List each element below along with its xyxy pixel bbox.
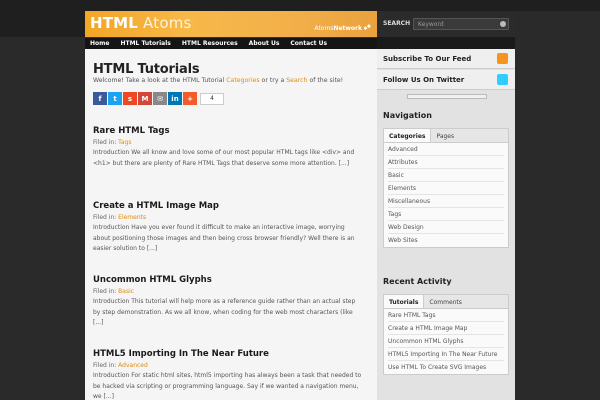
post-item: Create a HTML Image Map Filed in: Element… — [93, 201, 363, 255]
follow-twitter-link[interactable]: Follow Us On Twitter — [377, 70, 515, 90]
navigation-widget: Categories Pages Advanced Attributes Basic E… — [383, 128, 509, 248]
follow-twitter-label: Follow Us On Twitter — [383, 76, 465, 84]
welcome-text: Welcome! Take a look at the HTML Tutoria… — [93, 77, 343, 84]
post-title[interactable]: Uncommon HTML Glyphs — [93, 275, 363, 285]
nav-item-html-resources[interactable]: HTML Resources — [182, 40, 238, 47]
site-logo[interactable]: HTML Atoms — [90, 14, 192, 32]
twitter-icon — [497, 74, 508, 85]
gmail-share-icon[interactable]: M — [138, 92, 152, 105]
recent-tutorial-link[interactable]: HTML5 Importing In The Near Future — [388, 348, 504, 361]
share-count: 4 — [200, 92, 224, 105]
tab-comments[interactable]: Comments — [424, 295, 467, 308]
more-share-icon[interactable]: + — [183, 92, 197, 105]
stumbleupon-share-icon[interactable]: s — [123, 92, 137, 105]
post-category-link[interactable]: Elements — [118, 214, 146, 221]
category-link[interactable]: Tags — [388, 208, 504, 221]
network-bold: Network — [333, 25, 362, 32]
category-link[interactable]: Basic — [388, 169, 504, 182]
welcome-pre: Welcome! Take a look at the HTML Tutoria… — [93, 77, 227, 84]
filed-label: Filed in: — [93, 139, 119, 146]
facebook-share-icon[interactable]: f — [93, 92, 107, 105]
post-title[interactable]: Rare HTML Tags — [93, 126, 363, 136]
search-label: SEARCH — [383, 20, 411, 27]
search-area: SEARCH — [377, 11, 515, 37]
linkedin-share-icon[interactable]: in — [168, 92, 182, 105]
search-link[interactable]: Search — [286, 77, 307, 84]
social-widget-bar — [407, 94, 487, 99]
twitter-share-icon[interactable]: t — [108, 92, 122, 105]
filed-label: Filed in: — [93, 214, 119, 221]
logo-bold: HTML — [90, 14, 139, 32]
network-light: Atoms — [314, 25, 334, 32]
site-header: HTML Atoms AtomsNetwork — [85, 11, 377, 37]
categories-link[interactable]: Categories — [226, 77, 259, 84]
post-title[interactable]: Create a HTML Image Map — [93, 201, 363, 211]
nav-item-home[interactable]: Home — [90, 40, 109, 47]
tab-pages[interactable]: Pages — [431, 129, 459, 142]
sidebar: Subscribe To Our Feed Follow Us On Twitt… — [377, 49, 515, 400]
post-category-link[interactable]: Advanced — [118, 362, 148, 369]
welcome-post: of the site! — [307, 77, 344, 84]
nav-item-about-us[interactable]: About Us — [249, 40, 280, 47]
filed-label: Filed in: — [93, 288, 119, 295]
recent-activity-heading: Recent Activity — [383, 277, 452, 286]
navbar-right-fill — [377, 37, 515, 49]
category-link[interactable]: Web Sites — [388, 234, 504, 247]
post-filed-in: Filed in: Elements — [93, 214, 363, 221]
post-item: HTML5 Importing In The Near Future Filed … — [93, 349, 363, 400]
recent-tutorial-link[interactable]: Rare HTML Tags — [388, 309, 504, 322]
post-title[interactable]: HTML5 Importing In The Near Future — [93, 349, 363, 359]
welcome-mid: or try a — [259, 77, 287, 84]
post-category-link[interactable]: Tags — [118, 139, 131, 146]
network-icon — [364, 24, 371, 31]
post-category-link[interactable]: Basic — [118, 288, 134, 295]
share-bar: f t s M ✉ in +4 — [93, 92, 224, 105]
tab-categories[interactable]: Categories — [384, 129, 432, 142]
category-link[interactable]: Elements — [388, 182, 504, 195]
post-filed-in: Filed in: Tags — [93, 139, 363, 146]
search-submit-icon[interactable] — [500, 21, 506, 27]
post-excerpt: Introduction We all know and love some o… — [93, 149, 355, 167]
filed-label: Filed in: — [93, 362, 119, 369]
post-filed-in: Filed in: Advanced — [93, 362, 363, 369]
post-item: Uncommon HTML Glyphs Filed in: Basic Intro… — [93, 275, 363, 329]
post-excerpt: Introduction Have you ever found it diff… — [93, 224, 355, 252]
email-share-icon[interactable]: ✉ — [153, 92, 167, 105]
navigation-heading: Navigation — [383, 111, 432, 120]
page-title: HTML Tutorials — [93, 62, 200, 77]
search-input[interactable] — [413, 18, 509, 30]
rss-icon — [497, 53, 508, 64]
post-filed-in: Filed in: Basic — [93, 288, 363, 295]
recent-tutorial-link[interactable]: Create a HTML Image Map — [388, 322, 504, 335]
subscribe-feed-link[interactable]: Subscribe To Our Feed — [377, 49, 515, 69]
tab-tutorials[interactable]: Tutorials — [384, 295, 425, 308]
logo-light: Atoms — [138, 14, 192, 32]
nav-item-contact-us[interactable]: Contact Us — [290, 40, 327, 47]
main-navigation: Home HTML Tutorials HTML Resources About Us… — [85, 37, 377, 49]
nav-item-html-tutorials[interactable]: HTML Tutorials — [120, 40, 170, 47]
main-content: HTML Tutorials Welcome! Take a look at t… — [85, 49, 377, 400]
subscribe-feed-label: Subscribe To Our Feed — [383, 55, 472, 63]
category-link[interactable]: Web Design — [388, 221, 504, 234]
post-excerpt: Introduction For static html sites, html… — [93, 372, 362, 400]
recent-tutorial-link[interactable]: Use HTML To Create SVG Images — [388, 361, 504, 374]
recent-tutorial-link[interactable]: Uncommon HTML Glyphs — [388, 335, 504, 348]
category-link[interactable]: Miscellaneous — [388, 195, 504, 208]
page-background-right — [515, 11, 600, 400]
atoms-network-link[interactable]: AtomsNetwork — [314, 24, 371, 32]
post-excerpt: Introduction This tutorial will help mor… — [93, 298, 356, 326]
category-link[interactable]: Attributes — [388, 156, 504, 169]
recent-activity-widget: Tutorials Comments Rare HTML Tags Create a… — [383, 294, 509, 375]
post-item: Rare HTML Tags Filed in: Tags Introduction… — [93, 126, 363, 169]
category-link[interactable]: Advanced — [388, 143, 504, 156]
